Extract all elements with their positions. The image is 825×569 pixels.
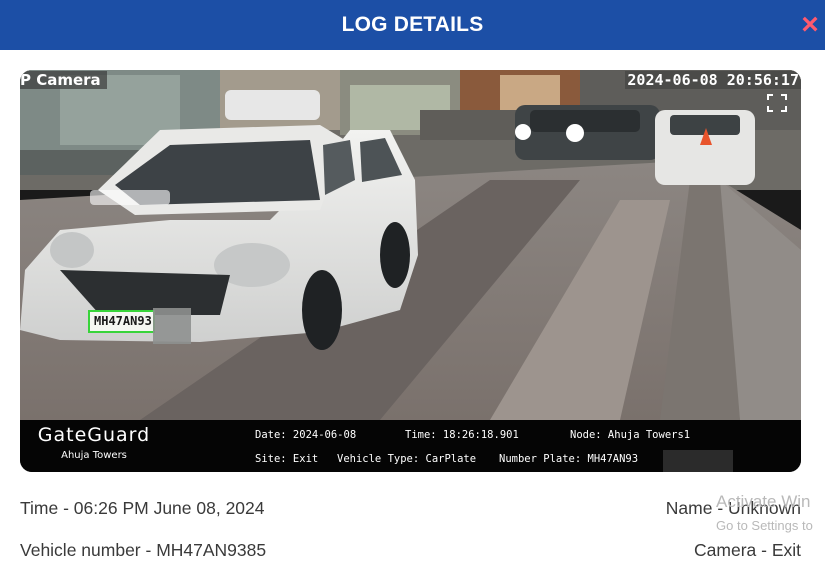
time-label: Time - [20,498,74,518]
dialog-title: LOG DETAILS [341,13,484,36]
plate-redaction [153,308,191,344]
brand-name: GateGuard [37,424,151,446]
info-number-plate: Number Plate: MH47AN93 [499,453,639,465]
info-vehicle-type: Vehicle Type: CarPlate [337,453,477,465]
fullscreen-icon[interactable] [767,94,787,112]
license-plate-detection: MH47AN93 [88,310,155,333]
vehicle-row: Vehicle number - MH47AN9385 [20,540,266,561]
camera-label-text: Camera - [694,540,772,560]
camera-label: P Camera [20,71,107,89]
time-value: 06:26 PM June 08, 2024 [73,498,265,518]
brand-block: GateGuard Ahuja Towers [24,424,164,461]
plate-redaction [663,450,733,472]
camera-info-bar: GateGuard Ahuja Towers Date: 2024-06-08 … [20,420,801,472]
info-site: Site: Exit [255,453,319,465]
vehicle-label: Vehicle number - [20,540,157,560]
vehicle-value: MH47AN9385 [156,540,267,560]
dialog-header: LOG DETAILS × [0,0,825,50]
log-details: Time - 06:26 PM June 08, 2024 Vehicle nu… [0,486,825,569]
camera-snapshot: P Camera 2024-06-08 20:56:17 MH47AN93 Ga… [20,70,801,472]
info-node: Node: Ahuja Towers1 [570,429,691,441]
camera-timestamp: 2024-06-08 20:56:17 [625,71,801,89]
info-date: Date: 2024-06-08 [255,429,357,441]
camera-row: Camera - Exit [694,540,801,561]
close-icon[interactable]: × [797,10,823,40]
activation-watermark-subtitle: Go to Settings to [716,518,813,533]
activation-watermark-title: Activate Win [716,492,811,511]
brand-site: Ahuja Towers [61,450,127,461]
camera-value: Exit [771,540,801,560]
time-row: Time - 06:26 PM June 08, 2024 [20,498,265,519]
camera-scene-image [20,70,801,420]
info-time: Time: 18:26:18.901 [405,429,519,441]
